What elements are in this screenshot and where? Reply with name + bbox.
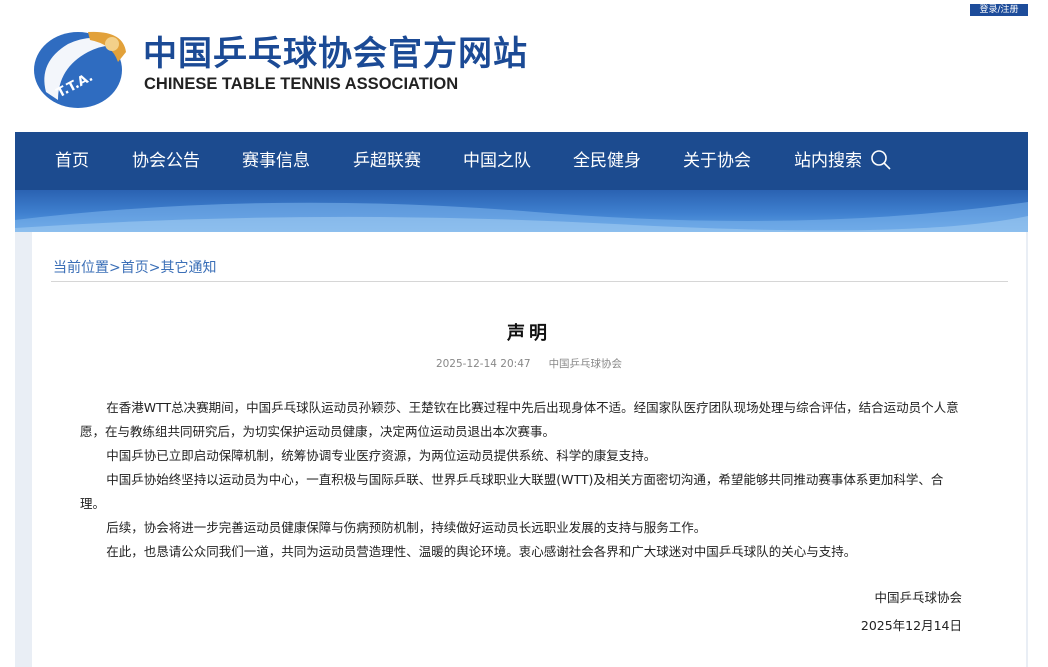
main-navigation: 首页 协会公告 赛事信息 乒超联赛 中国之队 全民健身 关于协会 站内搜索 xyxy=(15,132,1028,190)
nav-search-label: 站内搜索 xyxy=(794,151,862,171)
search-icon[interactable] xyxy=(870,149,892,171)
logo-graphic: T.T.A. xyxy=(34,31,126,108)
article-date: 2025-12-14 20:47 xyxy=(435,358,531,370)
nav-fitness[interactable]: 全民健身 xyxy=(573,132,641,190)
nav-events[interactable]: 赛事信息 xyxy=(242,132,310,190)
frame-left xyxy=(15,232,32,667)
article-meta: 2025-12-14 20:47 中国乒乓球协会 xyxy=(32,356,1026,371)
header-banner xyxy=(15,190,1028,232)
site-title: 中国乒乓球协会官方网站 xyxy=(143,34,528,74)
article-paragraph: 中国乒协已立即启动保障机制，统筹协调专业医疗资源，为两位运动员提供系统、科学的康… xyxy=(106,448,657,463)
nav-site-search[interactable]: 站内搜索 xyxy=(794,132,892,190)
frame-right xyxy=(1026,232,1028,667)
nav-national-team[interactable]: 中国之队 xyxy=(463,132,531,190)
cta-logo[interactable]: T.T.A. xyxy=(28,22,132,112)
article-paragraph: 在香港WTT总决赛期间，中国乒乓球队运动员孙颖莎、王楚钦在比赛过程中先后出现身体… xyxy=(80,400,959,439)
article-body: 在香港WTT总决赛期间，中国乒乓球队运动员孙颖莎、王楚钦在比赛过程中先后出现身体… xyxy=(80,396,960,564)
article-paragraph: 后续，协会将进一步完善运动员健康保障与伤病预防机制，持续做好运动员长远职业发展的… xyxy=(106,520,707,535)
article-paragraph: 在此，也恳请公众同我们一道，共同为运动员营造理性、温暖的舆论环境。衷心感谢社会各… xyxy=(106,544,857,559)
breadcrumb[interactable]: 当前位置>首页>其它通知 xyxy=(53,257,216,277)
banner-wave-graphic xyxy=(15,202,1028,232)
article-container: 当前位置>首页>其它通知 声明 2025-12-14 20:47 中国乒乓球协会 … xyxy=(32,232,1026,667)
article-source: 中国乒乓球协会 xyxy=(548,358,623,370)
nav-about[interactable]: 关于协会 xyxy=(683,132,751,190)
article-signature: 中国乒乓球协会 xyxy=(874,590,962,605)
site-subtitle: CHINESE TABLE TENNIS ASSOCIATION xyxy=(144,75,459,93)
breadcrumb-divider xyxy=(51,281,1008,282)
article-title: 声明 xyxy=(507,323,551,344)
nav-super-league[interactable]: 乒超联赛 xyxy=(353,132,421,190)
article-paragraph: 中国乒协始终坚持以运动员为中心，一直积极与国际乒联、世界乒乓球职业大联盟(WTT… xyxy=(80,472,944,511)
nav-home[interactable]: 首页 xyxy=(55,132,89,190)
article-sign-date: 2025年12月14日 xyxy=(860,618,962,633)
login-register-link[interactable]: 登录/注册 xyxy=(970,4,1028,16)
nav-announcements[interactable]: 协会公告 xyxy=(132,132,200,190)
